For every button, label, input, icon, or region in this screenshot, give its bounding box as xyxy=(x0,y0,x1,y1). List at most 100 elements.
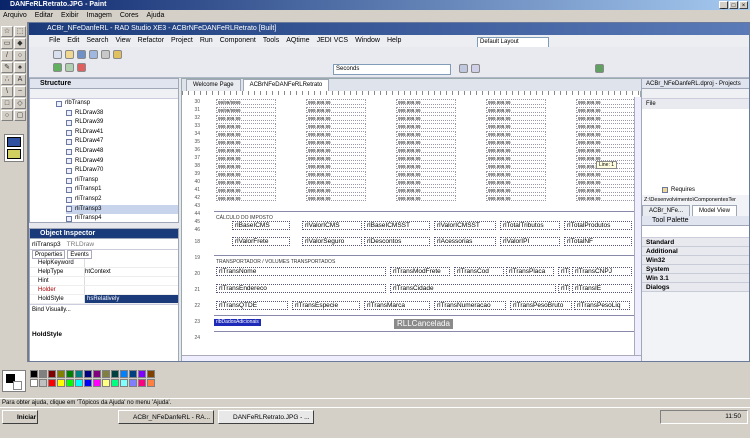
report-field[interactable]: rlTransCidade xyxy=(390,284,556,293)
grid-cell[interactable]: 999.999,99 xyxy=(306,171,366,177)
curve-icon[interactable]: ~ xyxy=(14,86,26,97)
report-field[interactable]: rlTransPesoBruto xyxy=(510,301,572,310)
tree-item[interactable]: RLDraw48 xyxy=(66,147,178,157)
report-field[interactable]: rlTransQTDE xyxy=(216,301,288,310)
property-row[interactable]: Holder xyxy=(30,286,178,295)
save-icon[interactable] xyxy=(77,50,86,59)
grid-cell[interactable]: 999.999,99 xyxy=(216,155,276,161)
color-swatch[interactable] xyxy=(84,370,92,378)
toolbar-icon-c[interactable] xyxy=(595,64,604,73)
menu-imagem[interactable]: Imagem xyxy=(87,10,112,22)
report-field[interactable]: rlTransEndereco xyxy=(216,284,386,293)
property-value[interactable]: hsRelatively xyxy=(85,295,178,303)
tree-item-selected[interactable]: rliTransp3 xyxy=(66,204,178,215)
tab-danfe-retrato[interactable]: ACBrNFeDANFeRLRetrato xyxy=(242,79,330,91)
grid-cell[interactable]: 999.999,99 xyxy=(396,123,456,129)
color-swatch[interactable] xyxy=(111,370,119,378)
palette-win31[interactable]: Win 3.1 xyxy=(642,274,749,283)
grid-cell[interactable]: 999.999,99 xyxy=(396,99,456,105)
ide-menu-search[interactable]: Search xyxy=(86,35,108,47)
color-swatch[interactable] xyxy=(147,379,155,387)
grid-cell[interactable]: 999.999,99 xyxy=(486,147,546,153)
task-paint[interactable]: DANFeRLRetrato.JPG - ... xyxy=(218,410,314,424)
ide-menu-project[interactable]: Project xyxy=(171,35,193,47)
report-field[interactable]: rlTransEspecie xyxy=(292,301,360,310)
ide-menu-file[interactable]: File xyxy=(49,35,60,47)
ide-menu-aqtime[interactable]: AQtime xyxy=(286,35,309,47)
tool-options[interactable] xyxy=(4,134,24,162)
report-field[interactable]: rlTotalTributos xyxy=(500,221,560,230)
ide-menu-edit[interactable]: Edit xyxy=(67,35,79,47)
task-rad-studio[interactable]: ACBr_NFeDanfeRL - RA... xyxy=(118,410,214,424)
grid-cell[interactable]: 999.999,99 xyxy=(216,115,276,121)
palette-system[interactable]: System xyxy=(642,265,749,274)
grid-cell[interactable]: 999.999,99 xyxy=(216,131,276,137)
grid-cell[interactable]: 999.999,99 xyxy=(576,179,636,185)
color-swatch[interactable] xyxy=(111,379,119,387)
ellipse-icon[interactable]: ○ xyxy=(1,110,13,121)
grid-cell[interactable]: 999.999,99 xyxy=(396,115,456,121)
grid-cell[interactable]: 999.999,99 xyxy=(216,147,276,153)
report-field[interactable]: rlValorSeguro xyxy=(302,237,362,246)
grid-cell[interactable]: 999.999,99 xyxy=(576,187,636,193)
grid-cell[interactable]: 99/99/9999 xyxy=(216,107,276,113)
color-swatch[interactable] xyxy=(30,379,38,387)
bind-visually-link[interactable]: Bind Visually... xyxy=(30,304,178,315)
requires-node[interactable]: Requires xyxy=(662,187,695,193)
toolbar-icon-a[interactable] xyxy=(459,64,468,73)
grid-cell[interactable]: 999.999,99 xyxy=(306,155,366,161)
report-field[interactable]: rlTransIE xyxy=(572,284,632,293)
brush-icon[interactable]: ♠ xyxy=(14,62,26,73)
grid-cell[interactable]: 999.999,99 xyxy=(306,99,366,105)
menu-ajuda[interactable]: Ajuda xyxy=(147,10,165,22)
pencil-icon[interactable]: ✎ xyxy=(1,62,13,73)
grid-cell[interactable]: 999.999,99 xyxy=(576,115,636,121)
grid-cell[interactable]: 999.999,99 xyxy=(576,195,636,201)
tree-item[interactable]: RLDraw47 xyxy=(66,137,178,147)
report-field[interactable]: rlTransModFrete xyxy=(390,267,450,276)
step-icon[interactable] xyxy=(65,63,74,72)
tree-item[interactable]: RLDraw41 xyxy=(66,128,178,138)
grid-cell[interactable]: 999.999,99 xyxy=(396,163,456,169)
polygon-icon[interactable]: ◇ xyxy=(14,98,26,109)
tab-events[interactable]: Events xyxy=(67,250,92,259)
grid-cell[interactable]: 999.999,99 xyxy=(216,123,276,129)
grid-cell[interactable]: 999.999,99 xyxy=(576,171,636,177)
tab-welcome-page[interactable]: Welcome Page xyxy=(186,79,241,91)
grid-cell[interactable]: 999.999,99 xyxy=(396,131,456,137)
ide-menu-tools[interactable]: Tools xyxy=(263,35,279,47)
grid-cell[interactable]: 999.999,99 xyxy=(306,123,366,129)
color-swatch[interactable] xyxy=(120,379,128,387)
stop-icon[interactable] xyxy=(77,63,86,72)
grid-cell[interactable]: 999.999,99 xyxy=(306,163,366,169)
tab-model-view[interactable]: Model View xyxy=(692,205,737,216)
run-icon[interactable] xyxy=(53,63,62,72)
grid-cell[interactable]: 99/99/9999 xyxy=(216,99,276,105)
tree-item[interactable]: RLDraw38 xyxy=(66,109,178,119)
property-row[interactable]: HelpType htContext xyxy=(30,268,178,277)
report-field[interactable]: rlTransMarca xyxy=(364,301,430,310)
report-field[interactable]: rlBaseICMSST xyxy=(364,221,430,230)
palette-additional[interactable]: Additional xyxy=(642,247,749,256)
tree-item[interactable]: RLDraw39 xyxy=(66,118,178,128)
grid-cell[interactable]: 999.999,99 xyxy=(576,107,636,113)
ide-menu-refactor[interactable]: Refactor xyxy=(138,35,164,47)
free-select-icon[interactable]: ☆ xyxy=(1,26,13,37)
tree-item[interactable]: rliTransp xyxy=(66,176,178,186)
color-swatch[interactable] xyxy=(120,370,128,378)
color-swatch[interactable] xyxy=(93,370,101,378)
report-field[interactable]: rlTotalNF xyxy=(564,237,632,246)
grid-cell[interactable]: 999.999,99 xyxy=(396,179,456,185)
grid-cell[interactable]: 999.999,99 xyxy=(486,155,546,161)
close-button[interactable]: × xyxy=(739,1,748,9)
tree-item[interactable]: rliTransp2 xyxy=(66,195,178,205)
grid-cell[interactable]: 999.999,99 xyxy=(576,123,636,129)
tree-item[interactable]: RLDraw49 xyxy=(66,157,178,167)
palette-win32[interactable]: Win32 xyxy=(642,256,749,265)
rectangle-icon[interactable]: □ xyxy=(1,98,13,109)
report-field[interactable]: rlTotalProdutos xyxy=(564,221,632,230)
color-swatch[interactable] xyxy=(48,370,56,378)
report-field[interactable]: rlDescontos xyxy=(364,237,430,246)
color-swatch[interactable] xyxy=(138,379,146,387)
ide-menu-component[interactable]: Component xyxy=(220,35,256,47)
